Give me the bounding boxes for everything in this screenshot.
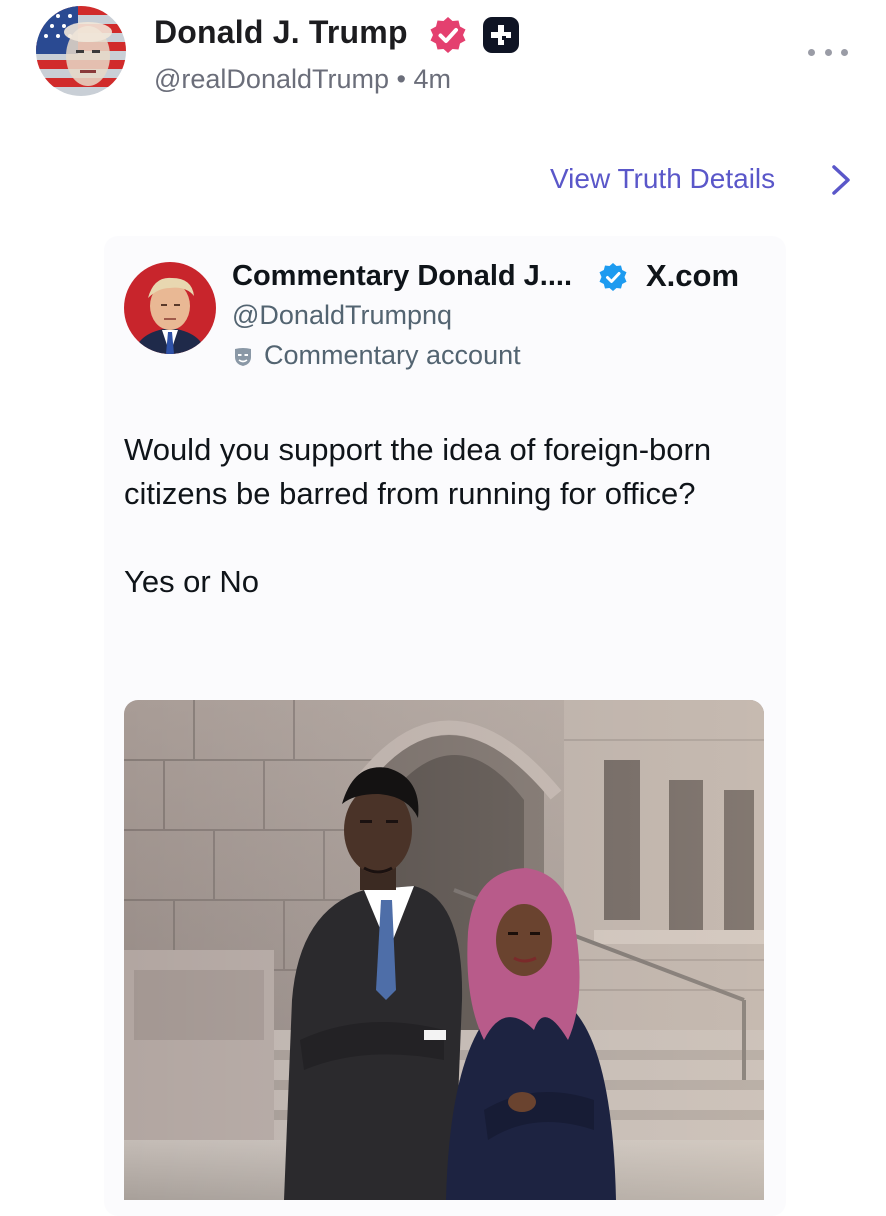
view-truth-details-link[interactable]: View Truth Details <box>548 160 858 200</box>
view-details-label: View Truth Details <box>550 163 776 194</box>
commentary-account-label: Commentary account <box>264 340 521 370</box>
embed-author-name[interactable]: Commentary Donald J.... <box>232 260 572 293</box>
blue-check-icon <box>599 263 627 291</box>
author-avatar[interactable] <box>36 6 126 96</box>
verified-badge-icon <box>428 15 468 55</box>
x-source-label[interactable]: X.com <box>646 258 739 294</box>
embed-avatar[interactable] <box>124 262 216 354</box>
embed-author-handle[interactable]: @DonaldTrumpnq <box>232 300 452 331</box>
mask-icon <box>235 348 251 366</box>
more-dots-icon[interactable] <box>808 40 848 64</box>
post-answer-prompt: Yes or No <box>124 564 259 599</box>
author-handle-line: @realDonaldTrump • 4m <box>154 64 451 95</box>
author-handle[interactable]: @realDonaldTrump <box>154 64 389 94</box>
embed-photo[interactable] <box>124 700 764 1200</box>
embed-post-text: Would you support the idea of foreign-bo… <box>124 428 764 604</box>
chevron-right-icon <box>832 165 850 195</box>
author-name[interactable]: Donald J. Trump <box>154 14 408 51</box>
meta-separator: • <box>396 64 406 94</box>
post-question: Would you support the idea of foreign-bo… <box>124 432 712 511</box>
plus-badge-icon <box>483 17 519 53</box>
post-time: 4m <box>413 64 451 94</box>
post-header: Donald J. Trump @realDonaldTrump • 4m <box>0 0 886 110</box>
